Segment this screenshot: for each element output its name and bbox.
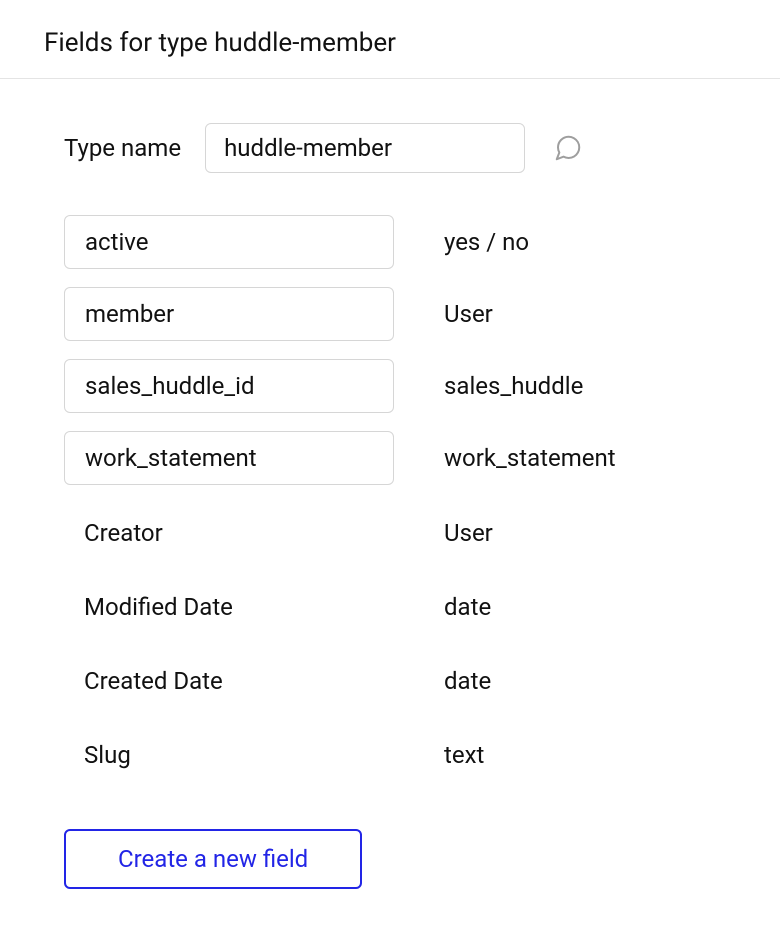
field-type-label: text <box>444 741 484 769</box>
field-type-label: date <box>444 593 491 621</box>
field-name-input[interactable] <box>64 431 394 485</box>
type-name-row: Type name <box>64 123 780 173</box>
field-name-label: Slug <box>64 729 394 781</box>
custom-fields-list: yes / no User sales_huddle work_statemen… <box>64 215 780 485</box>
system-fields-list: Creator User Modified Date date Created … <box>64 507 780 781</box>
create-new-field-button[interactable]: Create a new field <box>64 829 362 889</box>
field-row: Created Date date <box>64 655 780 707</box>
field-row: Slug text <box>64 729 780 781</box>
field-row: Creator User <box>64 507 780 559</box>
comment-icon[interactable] <box>553 133 583 163</box>
field-type-label[interactable]: sales_huddle <box>444 372 583 400</box>
field-name-label: Creator <box>64 507 394 559</box>
field-type-label: date <box>444 667 491 695</box>
field-name-input[interactable] <box>64 215 394 269</box>
field-row: sales_huddle <box>64 359 780 413</box>
field-type-label[interactable]: yes / no <box>444 228 529 256</box>
type-name-label: Type name <box>64 134 181 162</box>
field-name-input[interactable] <box>64 287 394 341</box>
field-name-input[interactable] <box>64 359 394 413</box>
type-name-input[interactable] <box>205 123 525 173</box>
panel-header: Fields for type huddle-member <box>0 0 780 79</box>
field-type-label: User <box>444 519 493 547</box>
field-name-label: Created Date <box>64 655 394 707</box>
page-title: Fields for type huddle-member <box>44 28 780 58</box>
field-row: work_statement <box>64 431 780 485</box>
field-type-label[interactable]: User <box>444 300 493 328</box>
field-name-label: Modified Date <box>64 581 394 633</box>
panel-content: Type name yes / no User sales_huddle wor… <box>0 79 780 889</box>
field-row: Modified Date date <box>64 581 780 633</box>
field-row: User <box>64 287 780 341</box>
field-type-label[interactable]: work_statement <box>444 444 616 472</box>
field-row: yes / no <box>64 215 780 269</box>
